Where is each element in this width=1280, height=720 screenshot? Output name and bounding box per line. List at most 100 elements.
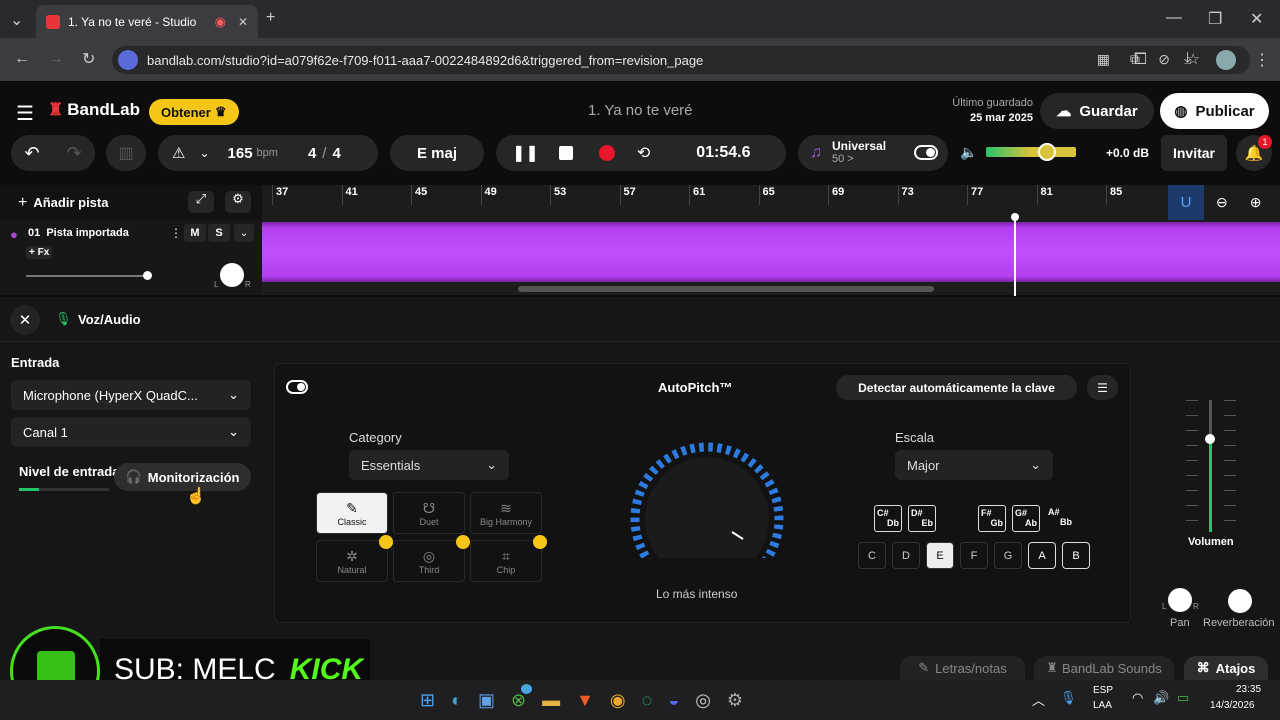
speaker-icon[interactable]: 🔈 [960, 144, 977, 161]
mixer-icon[interactable]: ⚙ [225, 191, 251, 213]
reload-icon[interactable]: ↻ [82, 49, 95, 69]
reverb-knob[interactable] [1228, 589, 1252, 613]
track-pan-knob[interactable] [220, 263, 244, 287]
invite-button[interactable]: Invitar [1161, 135, 1227, 171]
effect-chip[interactable]: ⌗ Chip [470, 535, 547, 582]
publish-button[interactable]: ◍ Publicar [1160, 93, 1269, 129]
site-info-icon[interactable] [118, 50, 138, 70]
sharp-key[interactable]: F# Gb [978, 505, 1006, 532]
notifications-button[interactable]: 🔔 1 [1236, 135, 1272, 171]
windows-start-icon[interactable]: ⊞ [420, 690, 435, 711]
volume-fader-handle[interactable] [1205, 434, 1215, 444]
profile-avatar[interactable] [1216, 50, 1236, 70]
track-header[interactable]: ● 01 Pista importada ⋮ M S ⌄ + Fx L R [0, 220, 262, 295]
track-volume-slider[interactable] [26, 275, 150, 277]
zoom-out-icon[interactable]: ⊖ [1216, 194, 1228, 211]
bpm-value[interactable]: 165 [228, 145, 253, 162]
metronome-icon[interactable]: ⚠ [172, 144, 185, 162]
close-tab-icon[interactable]: ✕ [238, 15, 248, 29]
track-volume-handle[interactable] [143, 271, 152, 280]
stop-icon[interactable] [558, 146, 573, 160]
volume-tray-icon[interactable]: 🔊 [1153, 690, 1169, 706]
wifi-icon[interactable]: ◠ [1132, 690, 1143, 706]
track-name[interactable]: 01 Pista importada [28, 227, 129, 239]
key-selector[interactable]: E maj [390, 135, 484, 171]
snap-magnet-icon[interactable]: U [1168, 185, 1204, 220]
url-field[interactable]: bandlab.com/studio?id=a079f62e-f709-f011… [112, 46, 1250, 74]
key-a[interactable]: A [1028, 542, 1056, 569]
extension-icon[interactable]: ▦ [1097, 51, 1110, 68]
sharp-key[interactable]: C# Db [874, 505, 902, 532]
solo-button[interactable]: S [208, 224, 230, 242]
forward-icon[interactable]: → [48, 50, 64, 68]
back-icon[interactable]: ← [14, 50, 30, 68]
lyrics-tab[interactable]: ✎ Letras/notas [900, 656, 1025, 680]
effect-natural[interactable]: ✲ Natural [316, 535, 393, 582]
audio-waveform-region[interactable] [262, 222, 1280, 282]
key-b[interactable]: B [1062, 542, 1090, 569]
lang-code[interactable]: ESP [1093, 685, 1113, 696]
key-f[interactable]: F [960, 542, 988, 569]
track-menu-icon[interactable]: ⋮ [170, 226, 182, 240]
key-g[interactable]: G [994, 542, 1022, 569]
metronome-dropdown-icon[interactable]: ⌄ [199, 146, 209, 160]
preset-toggle[interactable] [914, 145, 938, 160]
chrome-icon[interactable]: ◉ [610, 690, 626, 711]
key-e[interactable]: E [926, 542, 954, 569]
close-panel-icon[interactable]: ✕ [10, 305, 40, 335]
master-volume-meter[interactable] [986, 147, 1076, 157]
undo-icon[interactable]: ↶ [24, 143, 39, 164]
loop-icon[interactable]: ⟲ [637, 143, 650, 163]
timeline-ruler[interactable]: 37 41 45 49 53 57 61 65 69 73 77 81 85 [262, 185, 1280, 220]
key-d[interactable]: D [892, 542, 920, 569]
brave-icon[interactable]: ▼ [576, 690, 594, 711]
store-icon[interactable]: ▣ [478, 690, 495, 711]
extensions-icon[interactable]: ⧠ [1134, 51, 1147, 69]
instrument-icon[interactable]: ▥ [106, 135, 146, 171]
tab-list-icon[interactable]: ⌄ [10, 10, 23, 30]
add-track-button[interactable]: Añadir pista [33, 195, 108, 210]
maximize-icon[interactable]: ❐ [1208, 9, 1222, 29]
tray-chevron-icon[interactable]: ︿ [1032, 690, 1045, 709]
sounds-tab[interactable]: ♜ BandLab Sounds [1034, 656, 1174, 680]
new-tab-icon[interactable]: + [266, 9, 275, 27]
intensity-knob[interactable] [628, 440, 786, 596]
effect-third[interactable]: ◎ Third [393, 535, 470, 582]
battery-icon[interactable]: ▭ [1177, 690, 1189, 706]
horizontal-scrollbar[interactable] [518, 286, 934, 292]
download-icon[interactable]: ⤓ [1184, 50, 1191, 68]
minimize-icon[interactable]: — [1166, 9, 1182, 27]
monitoring-button[interactable]: 🎧 Monitorización [114, 463, 251, 491]
settings-gear-icon[interactable]: ⚙ [727, 690, 743, 711]
playhead-handle[interactable] [1011, 213, 1019, 221]
close-window-icon[interactable]: ✕ [1250, 9, 1263, 29]
xbox-icon[interactable]: ⊗ 7 [511, 683, 533, 711]
zoom-in-icon[interactable]: ⊕ [1250, 194, 1262, 211]
tray-mic-icon[interactable]: 🎙 [1060, 690, 1077, 706]
effect-big-harmony[interactable]: ≋ Big Harmony [470, 492, 542, 534]
automation-icon[interactable]: ⤢ [188, 191, 214, 213]
detect-key-button[interactable]: Detectar automáticamente la clave [836, 375, 1077, 400]
pan-knob[interactable] [1168, 588, 1192, 612]
pause-icon[interactable]: ❚❚ [512, 143, 539, 163]
input-device-dropdown[interactable]: Microphone (HyperX QuadC... ⌄ [11, 380, 251, 410]
track-expand-icon[interactable]: ⌄ [234, 224, 254, 242]
sharp-key[interactable]: D# Eb [908, 505, 936, 532]
clock-time[interactable]: 23:35 [1236, 684, 1261, 695]
hamburger-menu-icon[interactable]: ☰ [16, 101, 34, 126]
browser-tab[interactable]: 1. Ya no te veré - Studio ◉ ✕ [36, 5, 258, 38]
preset-text[interactable]: Universal 50 > [832, 140, 886, 166]
edge-icon[interactable]: ◐ [451, 690, 462, 711]
record-icon[interactable] [598, 145, 615, 161]
channel-dropdown[interactable]: Canal 1 ⌄ [11, 417, 251, 447]
get-button[interactable]: Obtener ♛ [149, 99, 239, 125]
time-sig-den[interactable]: 4 [332, 145, 340, 162]
clock-date[interactable]: 14/3/2026 [1210, 700, 1255, 711]
file-explorer-icon[interactable]: ▬ [542, 690, 560, 711]
obs-icon[interactable]: ◎ [695, 690, 711, 711]
playhead[interactable] [1014, 218, 1016, 296]
key-c[interactable]: C [858, 542, 886, 569]
browser-menu-icon[interactable]: ⋮ [1254, 50, 1270, 70]
redo-icon[interactable]: ↷ [66, 143, 81, 164]
discord-icon[interactable]: ◒ [668, 690, 679, 711]
